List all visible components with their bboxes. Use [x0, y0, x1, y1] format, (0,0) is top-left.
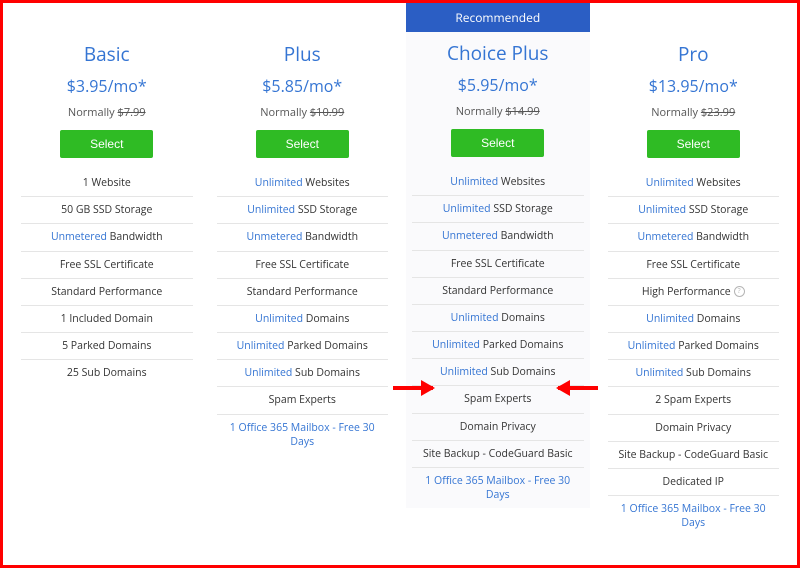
feature-item: Free SSL Certificate: [608, 251, 780, 278]
feature-item: Spam Experts: [217, 386, 389, 413]
feature-item: 1 Office 365 Mailbox - Free 30 Days: [217, 414, 389, 455]
feature-item: Unmetered Bandwidth: [21, 223, 193, 250]
feature-item: 1 Website: [21, 170, 193, 196]
feature-item: Unmetered Bandwidth: [608, 223, 780, 250]
plan-normal-price: Normally $10.99: [211, 105, 395, 120]
recommended-badge: Recommended: [406, 3, 590, 32]
feature-item: Unlimited Sub Domains: [412, 358, 584, 385]
plan-price: $3.95/mo*: [15, 75, 199, 97]
feature-item: 5 Parked Domains: [21, 332, 193, 359]
feature-item: Standard Performance: [217, 278, 389, 305]
plan-normal-price: Normally $23.99: [602, 105, 786, 120]
feature-item: 1 Office 365 Mailbox - Free 30 Days: [412, 467, 584, 508]
feature-item: Domain Privacy: [608, 414, 780, 441]
pricing-table: Basic $3.95/mo* Normally $7.99 Select 1 Webs…: [0, 0, 800, 568]
feature-list: Unlimited WebsitesUnlimited SSD StorageU…: [217, 170, 389, 455]
plan-normal-price: Normally $7.99: [15, 105, 199, 120]
feature-item: Unlimited Parked Domains: [412, 331, 584, 358]
plan-column: Pro $13.95/mo* Normally $23.99 Select Unlimi…: [602, 3, 786, 536]
feature-item: Dedicated IP: [608, 468, 780, 495]
feature-item: Site Backup - CodeGuard Basic: [608, 441, 780, 468]
feature-item: 1 Office 365 Mailbox - Free 30 Days: [608, 495, 780, 536]
feature-item: 2 Spam Experts: [608, 386, 780, 413]
feature-item: Unlimited Websites: [608, 170, 780, 196]
feature-item: Site Backup - CodeGuard Basic: [412, 440, 584, 467]
feature-item: Unlimited Sub Domains: [217, 359, 389, 386]
select-button[interactable]: Select: [60, 130, 153, 158]
feature-item: Standard Performance: [21, 278, 193, 305]
plan-column: Plus $5.85/mo* Normally $10.99 Select Unlimi…: [211, 3, 395, 455]
feature-item: Unlimited SSD Storage: [412, 195, 584, 222]
plan-price: $5.95/mo*: [406, 74, 590, 96]
select-button[interactable]: Select: [647, 130, 740, 158]
info-icon[interactable]: ?: [734, 286, 745, 297]
feature-item: Unlimited Domains: [217, 305, 389, 332]
feature-item: Unlimited Parked Domains: [608, 332, 780, 359]
plan-price: $5.85/mo*: [211, 75, 395, 97]
select-button[interactable]: Select: [256, 130, 349, 158]
select-button[interactable]: Select: [451, 129, 544, 157]
feature-item: Free SSL Certificate: [217, 251, 389, 278]
feature-item: 25 Sub Domains: [21, 359, 193, 386]
feature-item: 50 GB SSD Storage: [21, 196, 193, 223]
feature-item: Unlimited Websites: [217, 170, 389, 196]
plan-name: Basic: [15, 41, 199, 67]
feature-item: Unlimited Websites: [412, 169, 584, 195]
plan-column: Recommended Choice Plus $5.95/mo* Normally …: [406, 3, 590, 508]
plan-name: Plus: [211, 41, 395, 67]
feature-item: Free SSL Certificate: [21, 251, 193, 278]
feature-item: 1 Included Domain: [21, 305, 193, 332]
plan-name: Choice Plus: [406, 40, 590, 66]
plan-column: Basic $3.95/mo* Normally $7.99 Select 1 Webs…: [15, 3, 199, 386]
feature-item: Free SSL Certificate: [412, 250, 584, 277]
feature-item: Domain Privacy: [412, 413, 584, 440]
plan-name: Pro: [602, 41, 786, 67]
feature-item: Unlimited SSD Storage: [217, 196, 389, 223]
feature-list: 1 Website50 GB SSD StorageUnmetered Band…: [21, 170, 193, 386]
feature-item: Unlimited Sub Domains: [608, 359, 780, 386]
plan-normal-price: Normally $14.99: [406, 104, 590, 119]
plan-price: $13.95/mo*: [602, 75, 786, 97]
feature-item: Unmetered Bandwidth: [412, 222, 584, 249]
feature-list: Unlimited WebsitesUnlimited SSD StorageU…: [412, 169, 584, 508]
feature-item: Spam Experts: [412, 385, 584, 412]
feature-item: Unlimited Domains: [608, 305, 780, 332]
feature-item: Unlimited Domains: [412, 304, 584, 331]
feature-item: Standard Performance: [412, 277, 584, 304]
feature-list: Unlimited WebsitesUnlimited SSD StorageU…: [608, 170, 780, 536]
feature-item: Unlimited Parked Domains: [217, 332, 389, 359]
feature-item: Unlimited SSD Storage: [608, 196, 780, 223]
feature-item: Unmetered Bandwidth: [217, 223, 389, 250]
feature-item: High Performance?: [608, 278, 780, 305]
